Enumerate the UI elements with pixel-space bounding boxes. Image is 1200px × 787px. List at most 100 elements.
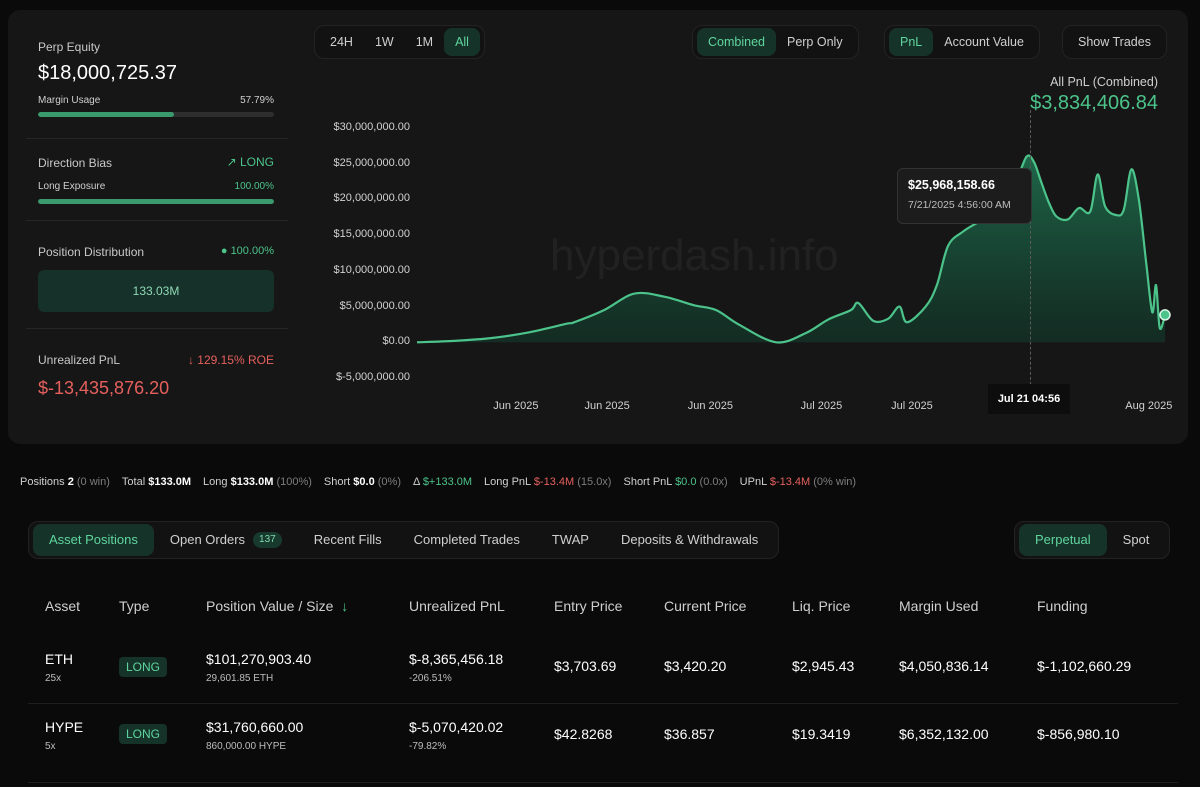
metric-pnl[interactable]: PnL xyxy=(889,28,934,56)
stat-total-value: $133.0M xyxy=(148,476,192,488)
tab-spot[interactable]: Spot xyxy=(1107,524,1166,556)
timeframe-1w[interactable]: 1W xyxy=(364,28,405,56)
margin-usage-bar-fill xyxy=(38,112,175,117)
margin-used: $6,352,132.00 xyxy=(899,726,989,742)
market-type-tab-bar: Perpetual Spot xyxy=(1014,521,1171,559)
pnl-endpoint-marker xyxy=(1159,309,1171,321)
stat-long: Long $133.0M (100%) xyxy=(203,476,312,488)
tab-recent-fills[interactable]: Recent Fills xyxy=(298,524,398,556)
show-trades-group: Show Trades xyxy=(1062,25,1167,59)
row-divider xyxy=(28,703,1178,704)
entry-price: $42.8268 xyxy=(554,726,613,742)
tab-completed-trades[interactable]: Completed Trades xyxy=(398,524,536,556)
tab-open-orders[interactable]: Open Orders 137 xyxy=(154,524,298,556)
position-size: 860,000.00 HYPE xyxy=(206,741,287,752)
metric-account-value[interactable]: Account Value xyxy=(933,28,1035,56)
margin-usage-bar xyxy=(38,112,274,117)
unrealized-pnl-pct: -79.82% xyxy=(409,741,447,752)
direction-bias-value: LONG xyxy=(239,155,274,169)
stat-total-label: Total xyxy=(121,476,146,488)
show-trades-button[interactable]: Show Trades xyxy=(1067,28,1162,56)
stat-upnl-value: $-13.4M xyxy=(769,476,811,488)
asset-leverage: 25x xyxy=(45,673,62,684)
tab-asset-positions[interactable]: Asset Positions xyxy=(33,524,154,556)
stat-delta: Δ $+133.0M xyxy=(413,476,472,488)
roe-value: 129.15% ROE xyxy=(197,353,274,367)
direction-bias-value-wrap: ↗ LONG xyxy=(200,155,274,169)
stat-positions-note: (0 win) xyxy=(76,476,110,488)
stat-long-pnl-label: Long PnL xyxy=(484,476,531,488)
tab-open-orders-label: Open Orders xyxy=(169,532,246,547)
stat-delta-label: Δ xyxy=(413,476,420,488)
asset-leverage: 5x xyxy=(45,741,56,752)
perp-equity-label: Perp Equity xyxy=(38,40,101,54)
mode-selector: Combined Perp Only xyxy=(692,25,859,59)
roe-wrap: ↓ 129.15% ROE xyxy=(160,353,274,367)
mode-perp-only[interactable]: Perp Only xyxy=(776,28,854,56)
pnl-chart[interactable]: $30,000,000.00 $25,000,000.00 $20,000,000.… xyxy=(310,110,1180,430)
funding: $-1,102,660.29 xyxy=(1037,658,1132,674)
sort-desc-icon: ↓ xyxy=(341,598,349,614)
pnl-chart-svg: hyperdash.info xyxy=(416,154,1171,344)
asset-name: HYPE xyxy=(45,719,84,735)
dot-icon: ● xyxy=(220,245,228,257)
position-distribution-pct: 100.00% xyxy=(230,245,274,257)
stat-short-pnl-value: $0.0 xyxy=(675,476,697,488)
unrealized-pnl-pct: -206.51% xyxy=(409,673,452,684)
stat-positions-label: Positions xyxy=(20,476,65,488)
position-distribution-bar[interactable]: 133.03M xyxy=(38,270,274,312)
perp-equity-value: $18,000,725.37 xyxy=(38,62,178,84)
crosshair-line xyxy=(1030,110,1031,400)
timeframe-all[interactable]: All xyxy=(444,28,480,56)
liq-price: $19.3419 xyxy=(792,726,851,742)
stat-total: Total $133.0M xyxy=(122,476,191,488)
stat-long-value: $133.0M xyxy=(230,476,274,488)
col-position-value[interactable]: Position Value / Size ↓ xyxy=(206,598,348,614)
long-exposure-value: 100.00% xyxy=(234,181,274,192)
stat-long-pnl-note: (15.0x) xyxy=(577,476,612,488)
col-type[interactable]: Type xyxy=(119,598,149,614)
stats-row: Positions 2 (0 win) Total $133.0M Long $… xyxy=(20,476,856,488)
current-price: $36.857 xyxy=(664,726,715,742)
asset-name: ETH xyxy=(45,651,73,667)
metric-selector: PnL Account Value xyxy=(884,25,1040,59)
margin-usage-value: 57.79% xyxy=(240,95,274,106)
col-current-price[interactable]: Current Price xyxy=(664,598,746,614)
direction-bias-label: Direction Bias xyxy=(38,156,113,170)
tab-deposits-withdrawals[interactable]: Deposits & Withdrawals xyxy=(605,524,774,556)
timeframe-24h[interactable]: 24H xyxy=(319,28,364,56)
stat-long-pnl-value: $-13.4M xyxy=(533,476,575,488)
stat-short-pnl: Short PnL $0.0 (0.0x) xyxy=(623,476,727,488)
col-liq-price[interactable]: Liq. Price xyxy=(792,598,850,614)
long-exposure-bar xyxy=(38,199,274,204)
timeframe-selector: 24H 1W 1M All xyxy=(314,25,485,59)
col-entry-price[interactable]: Entry Price xyxy=(554,598,622,614)
col-margin-used[interactable]: Margin Used xyxy=(899,598,978,614)
stat-positions-value: 2 xyxy=(67,476,74,488)
col-funding[interactable]: Funding xyxy=(1037,598,1088,614)
stat-long-pnl: Long PnL $-13.4M (15.0x) xyxy=(484,476,611,488)
col-unrealized-pnl[interactable]: Unrealized PnL xyxy=(409,598,505,614)
chart-header-label: All PnL (Combined) xyxy=(1050,75,1158,89)
tab-twap[interactable]: TWAP xyxy=(536,524,605,556)
stat-short-label: Short xyxy=(323,476,351,488)
open-orders-count-badge: 137 xyxy=(253,532,282,548)
tab-perpetual[interactable]: Perpetual xyxy=(1019,524,1107,556)
timeframe-1m[interactable]: 1M xyxy=(405,28,444,56)
current-price: $3,420.20 xyxy=(664,658,727,674)
entry-price: $3,703.69 xyxy=(554,658,617,674)
col-position-value-label: Position Value / Size xyxy=(206,598,334,614)
position-type-badge: LONG xyxy=(119,724,168,744)
position-size: 29,601.85 ETH xyxy=(206,673,274,684)
position-distribution-label: Position Distribution xyxy=(38,245,145,259)
col-asset[interactable]: Asset xyxy=(45,598,80,614)
chart-tooltip: $25,968,158.66 7/21/2025 4:56:00 AM xyxy=(897,168,1032,224)
stat-short-pnl-note: (0.0x) xyxy=(699,476,728,488)
divider xyxy=(26,328,288,329)
tooltip-value: $25,968,158.66 xyxy=(908,178,995,192)
mode-combined[interactable]: Combined xyxy=(697,28,776,56)
crosshair-label: Jul 21 04:56 xyxy=(988,384,1070,414)
position-type-badge: LONG xyxy=(119,657,168,677)
liq-price: $2,945.43 xyxy=(792,658,855,674)
positions-tab-bar: Asset Positions Open Orders 137 Recent F… xyxy=(28,521,780,559)
